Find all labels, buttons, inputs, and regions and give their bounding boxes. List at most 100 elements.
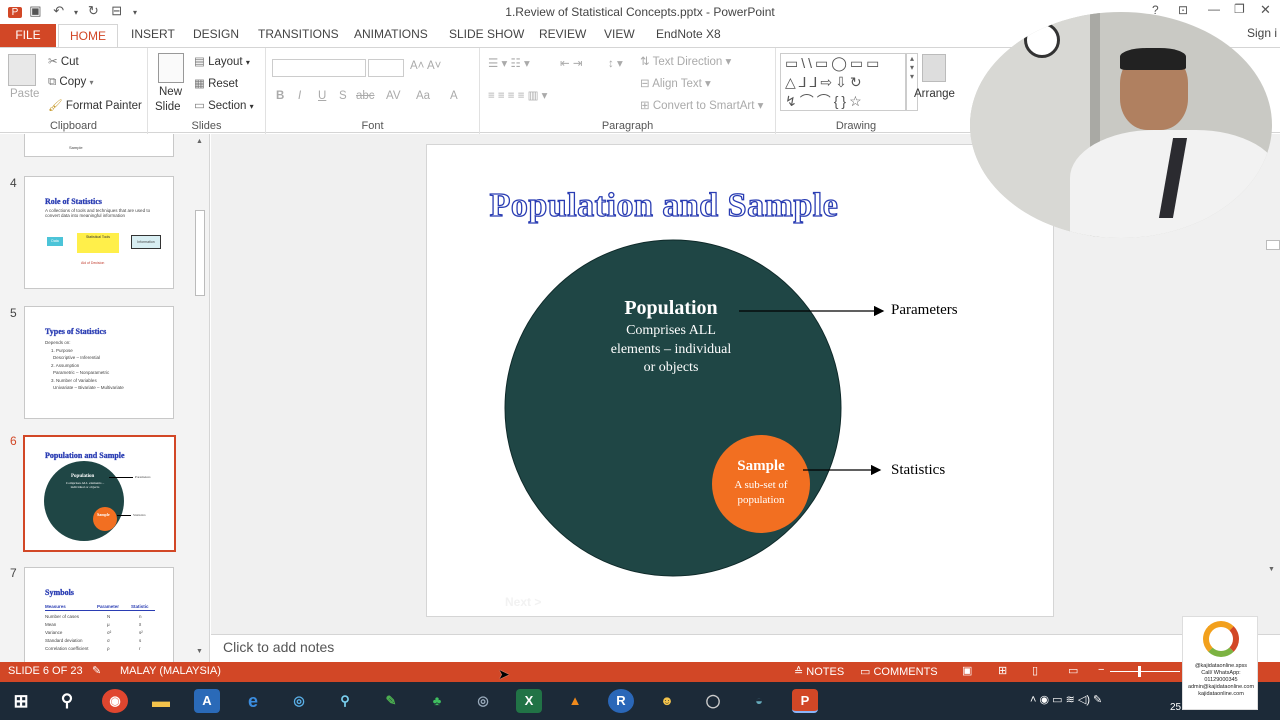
section-button[interactable]: ▭ Section ▾ [194,98,254,112]
app-icon-globe[interactable]: ◎ [286,689,312,713]
new-slide-label-1[interactable]: New [159,86,182,98]
notes-button[interactable]: ≙ NOTES [794,665,844,678]
align-icons[interactable]: ≡ ≡ ≡ ≡ ▥ ▾ [488,88,547,102]
shapes-gallery[interactable]: ▭\\▭◯▭▭ △⅃⅃⇨⇩↻ ↯⌒⌒{}☆ [780,53,906,111]
slide-sorter-icon[interactable]: ⊞ [998,664,1007,677]
zoom-slider[interactable] [1110,671,1180,672]
shapes-gallery-scroll[interactable]: ▴ ▾ ▾ [906,53,918,111]
strikethrough-button[interactable]: abc [356,90,375,102]
save-icon[interactable]: ▣ [25,3,45,19]
shadow-button[interactable]: S [339,90,347,102]
arrange-button[interactable]: Arrange [914,88,955,100]
new-slide-label-2[interactable]: Slide [155,101,181,113]
character-spacing-button[interactable]: AV [386,90,401,102]
new-slide-icon[interactable] [158,53,184,83]
tab-insert[interactable]: INSERT [131,27,175,41]
tab-review[interactable]: REVIEW [539,27,586,41]
slide-thumbnail-7[interactable]: Symbols Measures Parameter Statistic Num… [24,567,174,662]
paste-icon[interactable] [8,54,36,86]
line-spacing-icon[interactable]: ↕ ▾ [608,56,623,70]
slide-title[interactable]: Population and Sample [427,186,901,225]
edge-icon[interactable]: e [240,689,266,713]
app-icon-ring[interactable]: ◯ [700,689,726,713]
customize-qat-icon[interactable]: ▾ [130,8,140,17]
close-icon[interactable]: ✕ [1260,2,1271,18]
format-painter-button[interactable]: 🖌 Format Painter [48,98,142,112]
file-explorer-icon[interactable]: ▬ [148,689,174,713]
redo-icon[interactable]: ↻ [83,3,103,19]
layout-button[interactable]: ▤ Layout ▾ [194,54,250,68]
copy-button[interactable]: ⧉ Copy ▾ [48,76,94,89]
align-text-button[interactable]: ⊟ Align Text ▾ [640,76,711,90]
font-name-combo[interactable] [272,59,366,77]
underline-button[interactable]: U [318,90,326,102]
tab-view[interactable]: VIEW [604,27,635,41]
vlc-icon[interactable]: ▲ [562,689,588,713]
scroll-down-icon[interactable]: ▼ [196,648,203,655]
cut-button[interactable]: ✂ Cut [48,54,79,68]
chrome-icon[interactable]: ◉ [102,689,128,713]
grow-font-icon[interactable]: A˄ A˅ [410,60,441,72]
normal-view-icon[interactable]: ▣ [962,664,972,677]
restore-icon[interactable]: ❐ [1234,2,1245,16]
tab-endnote[interactable]: EndNote X8 [656,27,721,41]
sign-in-link[interactable]: Sign i [1247,26,1277,40]
app-icon-face[interactable]: ☻ [654,689,680,713]
tab-slide-show[interactable]: SLIDE SHOW [449,27,524,41]
start-from-beginning-icon[interactable]: ⊟ [107,3,127,19]
app-icon-disc[interactable]: ◎ [470,689,496,713]
r-icon[interactable]: R [608,689,634,713]
reset-button[interactable]: ▦ Reset [194,76,238,90]
population-circle[interactable] [504,239,842,577]
powerpoint-taskbar-icon[interactable]: P [792,689,818,713]
comments-button[interactable]: ▭ COMMENTS [860,665,938,678]
notes-pane[interactable]: Click to add notes [211,634,1280,662]
slide-canvas[interactable]: Population and Sample Population Compris… [426,144,1054,617]
tab-transitions[interactable]: TRANSITIONS [258,27,339,41]
tray-icons[interactable]: ˄ ◉ ▭ ≋ ◁) ✎ [1030,693,1102,706]
italic-button[interactable]: I [298,90,301,102]
app-icon-sheet[interactable]: ✎ [378,689,404,713]
undo-icon[interactable]: ↶ [49,3,69,19]
bold-button[interactable]: B [276,90,284,102]
slide-thumbnail-3[interactable]: Sample [24,134,174,157]
zoom-slider-thumb[interactable] [1138,666,1141,677]
app-icon-magnifier[interactable]: ⚲ [332,689,358,713]
ribbon-display-options-icon[interactable]: ⊡ [1178,3,1188,17]
paste-button[interactable]: Paste [10,88,39,100]
thumbnails-scrollbar[interactable]: ▲ ▼ [193,134,207,660]
indent-icon[interactable]: ⇤ ⇥ [560,56,582,70]
faint-nav-button[interactable]: Next > [505,595,541,609]
tab-animations[interactable]: ANIMATIONS [354,27,428,41]
notes-placeholder[interactable]: Click to add notes [223,639,334,655]
tab-home[interactable]: HOME [58,24,118,48]
change-case-button[interactable]: Aa [416,90,430,102]
taskbar-clock[interactable]: 25 [1170,702,1181,713]
slide-thumbnail-4[interactable]: Role of Statistics A collections of tool… [24,176,174,289]
scrollbar-thumb[interactable] [195,210,205,296]
tab-file[interactable]: FILE [0,24,56,47]
minimize-icon[interactable]: — [1208,2,1220,16]
app-icon-palm[interactable]: ♣ [424,689,450,713]
excel-icon[interactable]: X [516,689,542,713]
slideshow-view-icon[interactable]: ▭ [1068,664,1078,677]
editor-scroll-thumb[interactable] [1266,240,1280,250]
arrange-icon[interactable] [922,54,946,82]
slide-thumbnail-6-selected[interactable]: Population and Sample Population Compris… [23,435,176,552]
spellcheck-icon[interactable]: ✎ [92,664,101,677]
undo-dropdown-icon[interactable]: ▾ [72,8,80,17]
app-icon-screen[interactable]: ◒ [746,689,772,713]
slide-thumbnail-5[interactable]: Types of Statistics Depends on: 1. Purpo… [24,306,174,419]
reading-view-icon[interactable]: ▯ [1032,664,1038,677]
font-size-combo[interactable] [368,59,404,77]
windows-start-icon[interactable]: ⊞ [8,689,34,713]
convert-smartart-button[interactable]: ⊞ Convert to SmartArt ▾ [640,98,763,112]
language-indicator[interactable]: MALAY (MALAYSIA) [120,665,221,677]
scroll-up-icon[interactable]: ▲ [196,138,203,145]
search-icon[interactable]: ⚲ [54,689,80,713]
editor-scroll-down-icon[interactable]: ▼ [1268,566,1275,573]
zoom-out-icon[interactable]: − [1098,664,1104,676]
bullets-icon[interactable]: ☰ ▾ ☷ ▾ [488,56,530,70]
font-color-button[interactable]: A [450,90,458,102]
text-direction-button[interactable]: ⇅ Text Direction ▾ [640,54,731,68]
